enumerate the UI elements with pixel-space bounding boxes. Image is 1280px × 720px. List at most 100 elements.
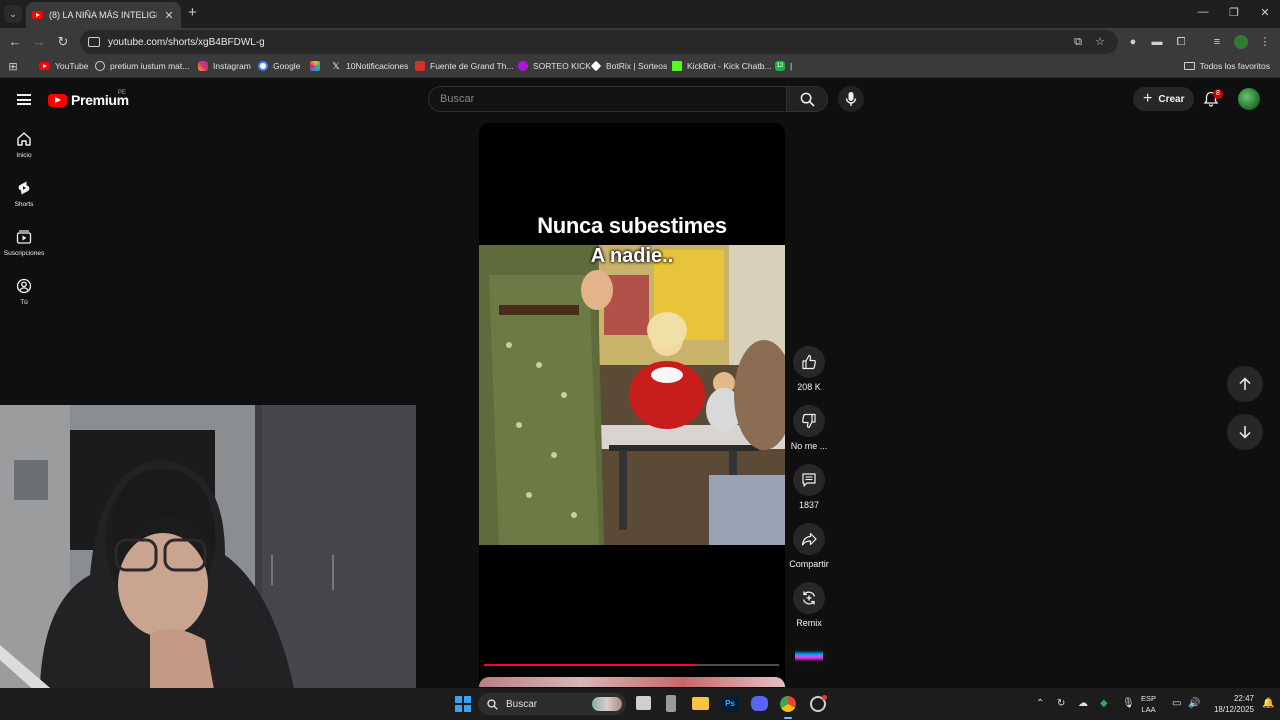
bookmark-instagram[interactable]: Instagram <box>198 61 251 71</box>
back-button[interactable]: ← <box>6 34 24 50</box>
video-progress-bar[interactable] <box>484 664 779 666</box>
shorts-player[interactable]: Nunca subestimes A nadie.. <box>479 123 785 687</box>
minimize-window-button[interactable]: — <box>1188 6 1218 18</box>
remix-button[interactable] <box>793 582 825 614</box>
bookmark-label: | <box>790 61 793 71</box>
bookmark-label: BotRix | Sorteos <box>606 61 668 71</box>
next-short-preview[interactable] <box>479 677 785 687</box>
create-button[interactable]: + Crear <box>1133 87 1195 111</box>
voice-search-button[interactable] <box>838 86 864 112</box>
task-view-icon[interactable] <box>636 696 651 710</box>
bookmark-kickbot[interactable]: KickBot - Kick Chatb... <box>672 61 772 71</box>
extension-card-icon[interactable]: ▬ <box>1150 35 1164 49</box>
display-icon[interactable]: ▭ <box>1172 698 1181 709</box>
notifications-icon[interactable]: 🔔 <box>1262 698 1274 709</box>
apps-grid-icon[interactable]: ⊞ <box>6 60 20 74</box>
globe-icon <box>95 61 105 71</box>
botrix-icon <box>590 60 602 72</box>
tab-close-icon[interactable]: ✕ <box>163 9 175 22</box>
close-window-button[interactable]: ✕ <box>1250 6 1280 19</box>
webcam-overlay <box>0 405 416 720</box>
bookmark-botrix[interactable]: BotRix | Sorteos <box>590 60 668 72</box>
guide-item-suscripciones[interactable]: Suscripciones <box>0 229 48 257</box>
media-controls-icon[interactable]: ≡ <box>1210 35 1224 49</box>
onedrive-icon[interactable]: ☁ <box>1078 698 1088 709</box>
microphone-icon <box>845 92 857 106</box>
plus-icon: + <box>1143 90 1153 107</box>
comment-count: 1837 <box>798 500 820 510</box>
profile-avatar-icon[interactable] <box>1234 35 1248 49</box>
windows-taskbar: Buscar Ps ⌃ ↻ ☁ ◆ 🎙 ESP LAA ▭ 🔊 22:47 18… <box>0 688 1280 720</box>
bookmark-puzzle[interactable] <box>310 61 320 71</box>
like-action[interactable]: 208 K <box>787 346 831 392</box>
like-button[interactable] <box>793 346 825 378</box>
photoshop-icon[interactable]: Ps <box>722 696 738 712</box>
guide-item-shorts[interactable]: Shorts <box>0 180 48 208</box>
bookmark-google[interactable]: Google <box>258 61 300 71</box>
dislike-button[interactable] <box>793 405 825 437</box>
chrome-icon[interactable] <box>780 696 796 712</box>
tray-overflow-icon[interactable]: ⌃ <box>1036 698 1044 709</box>
site-info-icon[interactable] <box>88 37 100 47</box>
reload-button[interactable]: ↻ <box>54 34 72 50</box>
comments-action[interactable]: 1837 <box>787 464 831 510</box>
address-bar[interactable]: youtube.com/shorts/xgB4BFDWL-g <box>80 30 1118 54</box>
remix-action[interactable]: Remix <box>787 582 831 628</box>
short-caption-bottom: A nadie.. <box>590 245 674 267</box>
input-language[interactable]: ESP LAA <box>1141 693 1156 715</box>
all-favorites-folder[interactable]: Todos los favoritos <box>1183 61 1270 71</box>
system-clock[interactable]: 22:47 18/12/2025 <box>1206 693 1254 715</box>
guide-item-tu[interactable]: Tú <box>0 278 48 306</box>
restore-window-button[interactable]: ❐ <box>1219 6 1249 19</box>
bookmark-label: Instagram <box>213 61 251 71</box>
you-icon <box>16 278 32 294</box>
search-icon <box>800 92 815 107</box>
extensions-puzzle-icon[interactable]: ⧠ <box>1174 35 1188 49</box>
dislike-action[interactable]: No me ... <box>787 405 831 451</box>
bookmark-sorteo-kick[interactable]: SORTEO KICK <box>518 61 591 71</box>
search-box[interactable] <box>428 86 786 112</box>
bookmark-star-icon[interactable]: ☆ <box>1093 35 1107 49</box>
file-explorer-icon[interactable] <box>692 697 709 710</box>
thumbs-down-icon <box>802 413 816 429</box>
guide-item-inicio[interactable]: Inicio <box>0 131 48 159</box>
video-frame <box>479 245 785 545</box>
bookmarks-bar: ⊞ YouTube pretium iustum mat... Instagra… <box>0 56 1280 78</box>
tab-search-button[interactable]: ⌄ <box>4 5 22 23</box>
search-input[interactable] <box>440 93 760 105</box>
share-action[interactable]: Compartir <box>787 523 831 569</box>
browser-tab-bar: ⌄ (8) LA NIÑA MÁS INTELIGENTE ✕ + — ❐ ✕ <box>0 0 1280 28</box>
windows-start-button[interactable] <box>455 696 471 712</box>
extension-drop-icon[interactable]: ● <box>1126 35 1140 49</box>
guide-menu-icon[interactable] <box>17 94 31 105</box>
previous-short-button[interactable] <box>1227 366 1263 402</box>
next-short-button[interactable] <box>1227 414 1263 450</box>
account-avatar[interactable] <box>1238 88 1260 110</box>
taskbar-search[interactable]: Buscar <box>478 693 626 715</box>
active-tab[interactable]: (8) LA NIÑA MÁS INTELIGENTE ✕ <box>26 2 181 28</box>
bookmark-extra[interactable]: 12 | <box>775 61 792 71</box>
discord-icon[interactable] <box>751 696 768 711</box>
share-button[interactable] <box>793 523 825 555</box>
bookmark-10notificaciones[interactable]: 𝕏 10Notificaciones <box>331 61 408 71</box>
bookmark-youtube[interactable]: YouTube <box>39 61 88 71</box>
install-app-icon[interactable]: ⧉ <box>1071 35 1085 49</box>
like-count: 208 K <box>797 382 821 392</box>
comments-button[interactable] <box>793 464 825 496</box>
search-button[interactable] <box>786 86 828 112</box>
forward-button[interactable]: → <box>30 34 48 50</box>
youtube-premium-logo[interactable]: Premium <box>48 92 129 108</box>
bookmark-grand-theft[interactable]: Fuente de Grand Th... <box>415 61 513 71</box>
guide-label: Suscripciones <box>3 250 45 257</box>
youtube-favicon-icon <box>32 11 43 19</box>
webcam-person-image <box>0 405 416 720</box>
tray-app-icon[interactable]: ◆ <box>1100 698 1108 709</box>
bookmark-pretium[interactable]: pretium iustum mat... <box>95 61 189 71</box>
new-tab-button[interactable]: + <box>188 5 197 21</box>
app-icon[interactable] <box>666 695 676 712</box>
volume-icon[interactable]: 🔊 <box>1188 698 1200 709</box>
microphone-icon[interactable]: 🎙 <box>1122 698 1135 709</box>
sound-thumbnail[interactable] <box>795 642 823 670</box>
tray-app-icon[interactable]: ↻ <box>1057 698 1065 709</box>
browser-menu-icon[interactable]: ⋮ <box>1258 35 1272 49</box>
